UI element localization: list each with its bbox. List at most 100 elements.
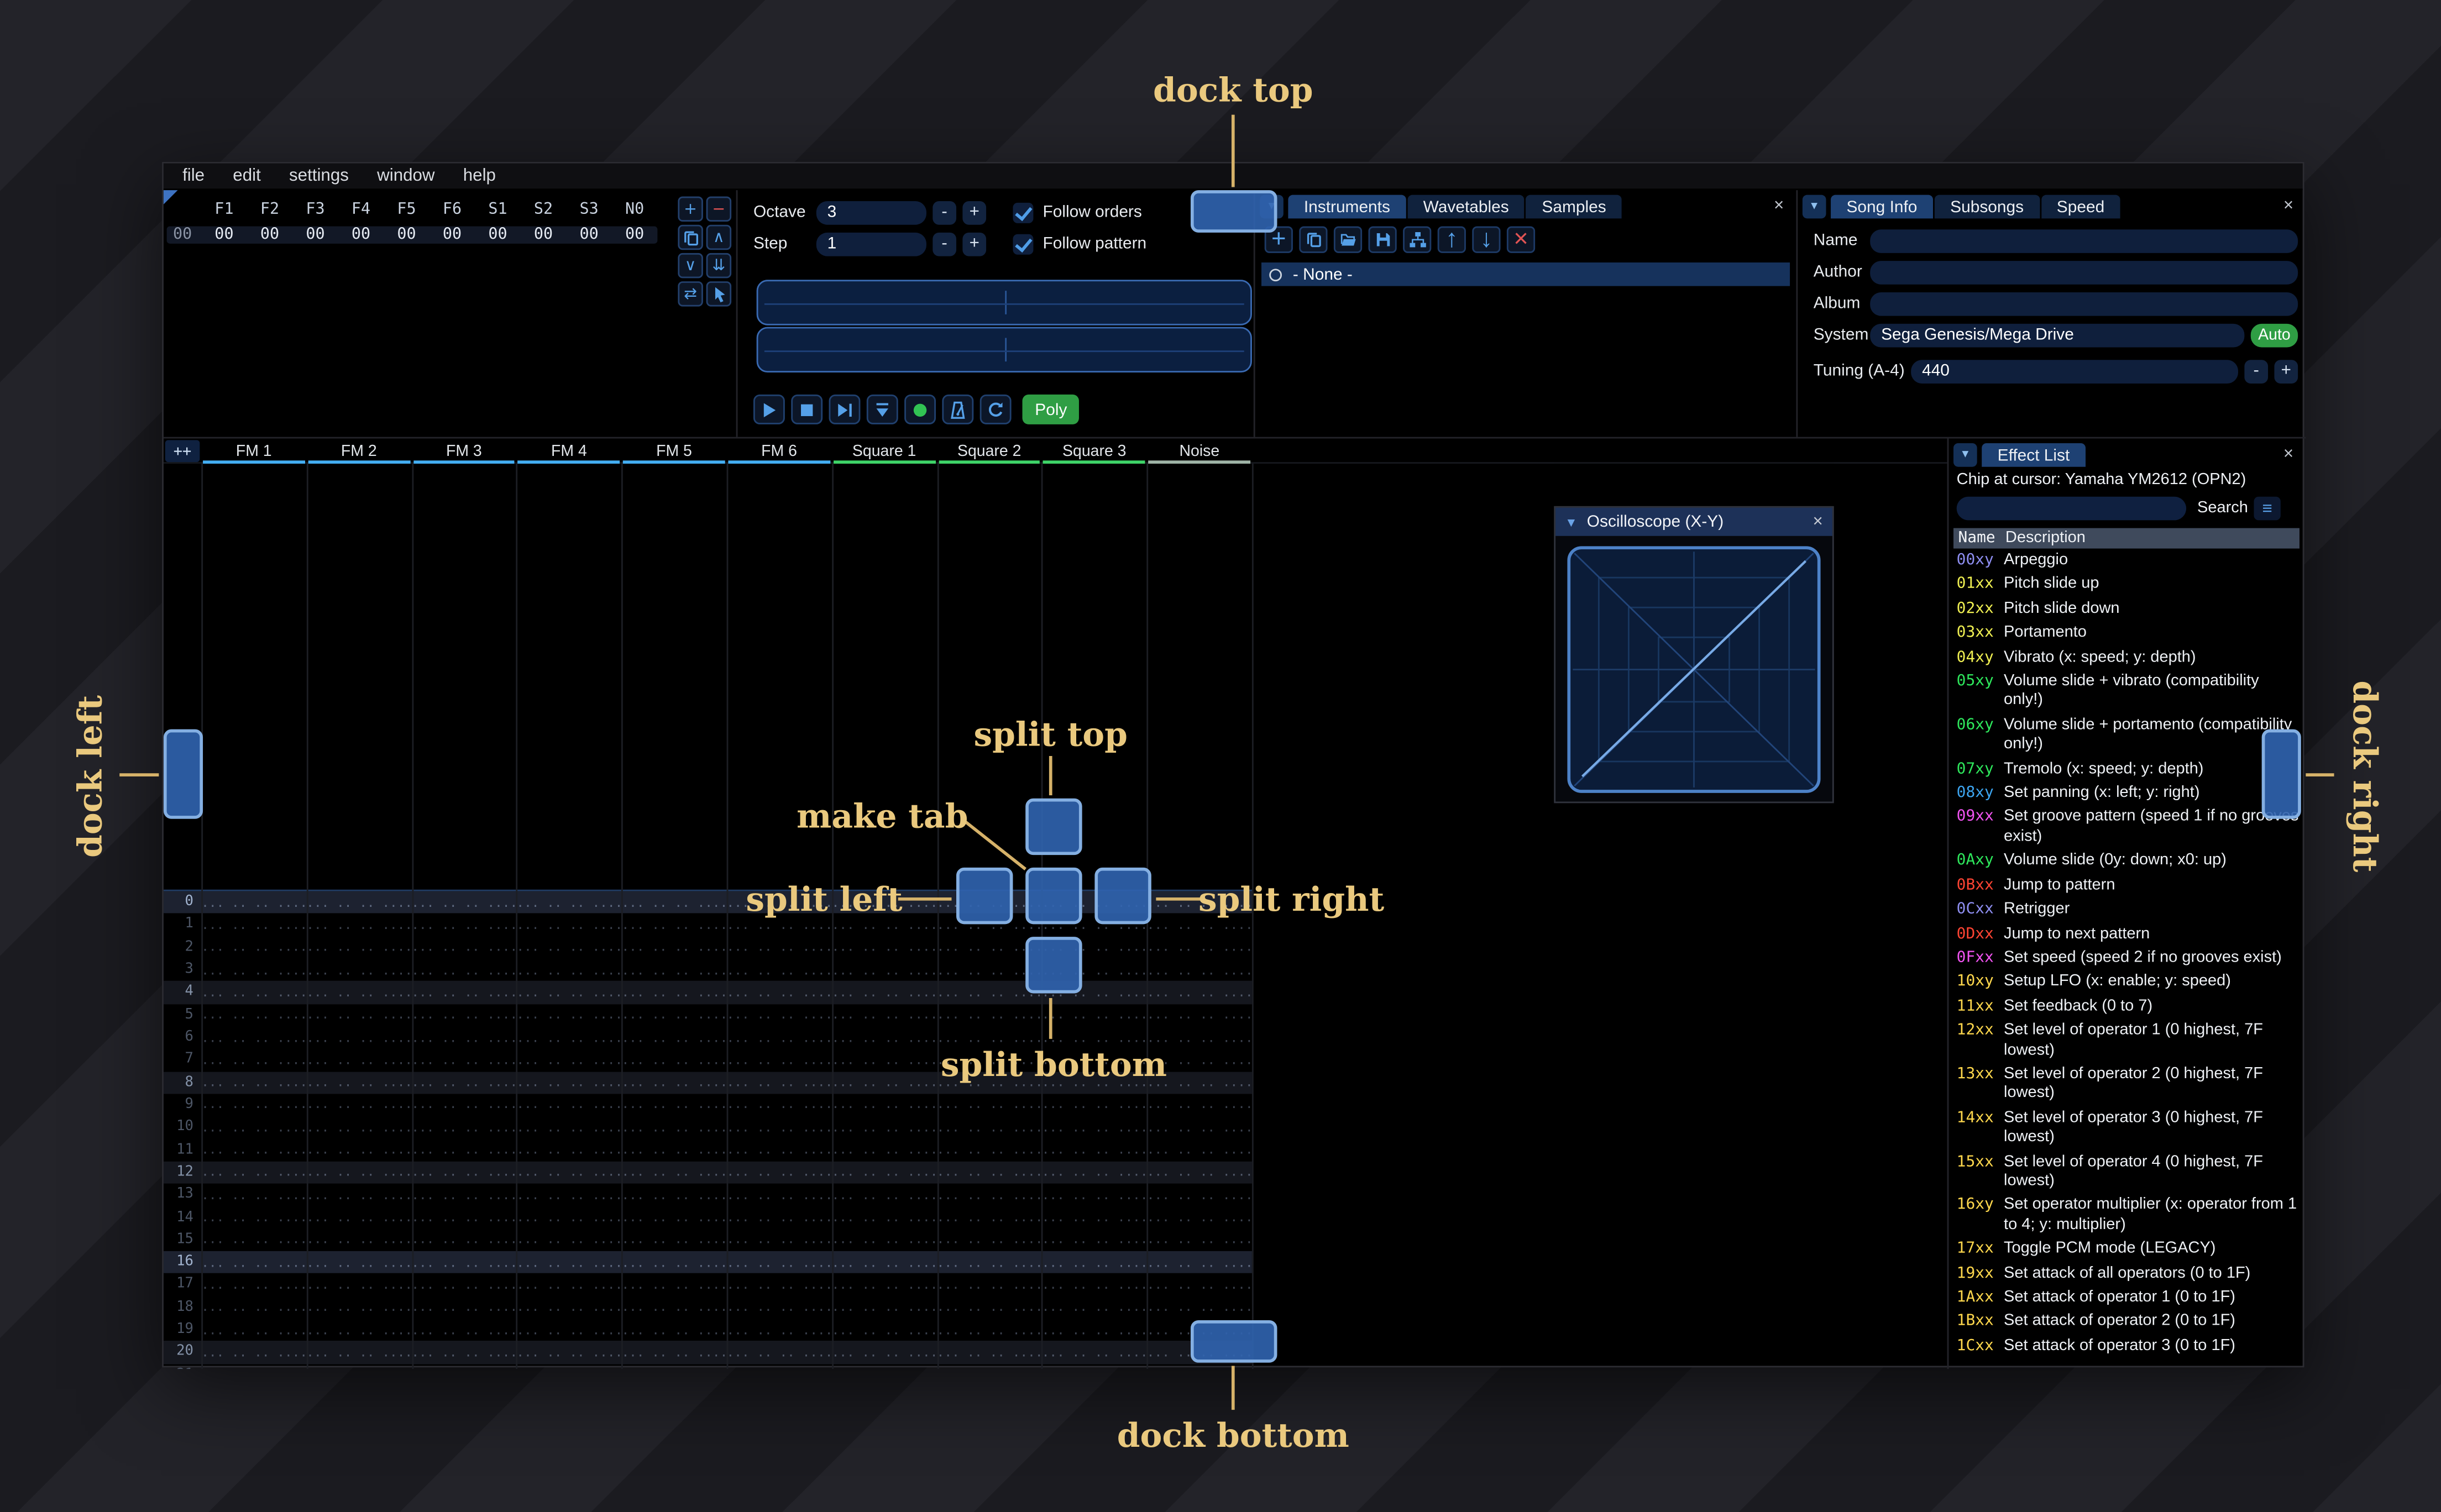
effect-row[interactable]: 05xy Volume slide + vibrato (compatibilit… — [1953, 671, 2303, 715]
pattern-cell[interactable]: ... .. .. .... — [411, 895, 516, 910]
pattern-cell[interactable]: ... .. .. .... — [201, 985, 306, 1000]
pattern-cell[interactable]: ... .. .. .... — [1147, 1278, 1252, 1292]
menu-item-settings[interactable]: settings — [275, 166, 363, 185]
pattern-cell[interactable]: ... .. .. .... — [411, 918, 516, 932]
pattern-cell[interactable]: ... .. .. .... — [1147, 1166, 1252, 1180]
pattern-cell[interactable]: ... .. .. .... — [937, 1098, 1042, 1112]
pattern-cell[interactable]: ... .. .. .... — [516, 941, 621, 955]
tab-subsongs[interactable]: Subsongs — [1934, 195, 2040, 219]
effect-row[interactable]: 11xx Set feedback (0 to 7) — [1953, 996, 2303, 1020]
pattern-cell[interactable]: ... .. .. .... — [621, 1368, 726, 1369]
pattern-cell[interactable]: ... .. .. .... — [832, 1120, 937, 1135]
pattern-cell[interactable]: ... .. .. .... — [727, 1210, 832, 1225]
pattern-cell[interactable]: ... .. .. .... — [1147, 985, 1252, 1000]
effect-row[interactable]: 12xx Set level of operator 1 (0 highest, … — [1953, 1020, 2303, 1064]
pattern-cell[interactable]: ... .. .. .... — [1147, 1300, 1252, 1315]
pattern-cell[interactable]: ... .. .. .... — [937, 1278, 1042, 1292]
order-cell[interactable]: 00 — [338, 227, 384, 244]
make-tab-target[interactable] — [1025, 867, 1082, 925]
pattern-cell[interactable]: ... .. .. .... — [621, 1233, 726, 1247]
auto-system-button[interactable]: Auto — [2250, 323, 2298, 347]
pattern-cell[interactable]: ... .. .. .... — [1147, 1143, 1252, 1157]
pattern-cell[interactable]: ... .. .. .... — [1042, 1210, 1147, 1225]
pattern-cell[interactable]: ... .. .. .... — [937, 1368, 1042, 1369]
close-icon[interactable]: × — [2276, 443, 2301, 467]
pattern-cell[interactable]: ... .. .. .... — [516, 1323, 621, 1337]
pattern-cell[interactable]: ... .. .. .... — [306, 1278, 411, 1292]
effect-row[interactable]: 0Fxx Set speed (speed 2 if no grooves exi… — [1953, 948, 2303, 972]
pattern-cell[interactable]: ... .. .. .... — [1147, 1120, 1252, 1135]
pattern-cell[interactable]: ... .. .. .... — [516, 963, 621, 977]
pattern-cell[interactable]: ... .. .. .... — [727, 1143, 832, 1157]
pattern-cell[interactable]: ... .. .. .... — [201, 1255, 306, 1269]
order-cell[interactable]: 00 — [384, 227, 429, 244]
pattern-cell[interactable]: ... .. .. .... — [201, 1233, 306, 1247]
pattern-cell[interactable]: ... .. .. .... — [306, 1210, 411, 1225]
pattern-cell[interactable]: ... .. .. .... — [727, 1345, 832, 1359]
pattern-cell[interactable]: ... .. .. .... — [727, 1098, 832, 1112]
tab-list-button[interactable]: ▼ — [1802, 195, 1826, 219]
effect-row[interactable]: 13xx Set level of operator 2 (0 highest, … — [1953, 1064, 2303, 1107]
tab-effect-list[interactable]: Effect List — [1982, 443, 2086, 467]
pattern-cell[interactable]: ... .. .. .... — [516, 1098, 621, 1112]
tab-samples[interactable]: Samples — [1526, 195, 1622, 219]
pattern-cell[interactable]: ... .. .. .... — [411, 985, 516, 1000]
split-target-top[interactable] — [1025, 798, 1082, 855]
pattern-cell[interactable]: ... .. .. .... — [937, 1008, 1042, 1022]
effect-row[interactable]: 1Bxx Set attack of operator 2 (0 to 1F) — [1953, 1311, 2303, 1336]
pattern-cell[interactable]: ... .. .. .... — [1042, 1008, 1147, 1022]
play-pattern-button[interactable] — [829, 394, 861, 424]
channel-header-fm-2[interactable]: FM 2 — [306, 438, 411, 464]
tuning-increase-button[interactable]: + — [2274, 359, 2298, 383]
pattern-cell[interactable]: ... .. .. .... — [937, 1120, 1042, 1135]
effect-row[interactable]: 14xx Set level of operator 3 (0 highest, … — [1953, 1107, 2303, 1151]
system-input[interactable]: Sega Genesis/Mega Drive — [1870, 323, 2245, 347]
pattern-cell[interactable]: ... .. .. .... — [516, 1210, 621, 1225]
change-all-orders-button[interactable]: ⇄ — [678, 281, 703, 307]
pattern-cell[interactable]: ... .. .. .... — [201, 1166, 306, 1180]
pattern-cell[interactable]: ... .. .. .... — [201, 1098, 306, 1112]
pattern-cell[interactable]: ... .. .. .... — [306, 918, 411, 932]
move-order-down-button[interactable]: ∨ — [678, 253, 703, 279]
pattern-cell[interactable]: ... .. .. .... — [832, 1098, 937, 1112]
pattern-cell[interactable]: ... .. .. .... — [306, 1143, 411, 1157]
pattern-cell[interactable]: ... .. .. .... — [727, 1323, 832, 1337]
pattern-cell[interactable]: ... .. .. .... — [1042, 1188, 1147, 1202]
menu-item-window[interactable]: window — [363, 166, 449, 185]
order-cell[interactable]: 00 — [566, 227, 612, 244]
pattern-cell[interactable]: ... .. .. .... — [411, 1323, 516, 1337]
tuning-input[interactable]: 440 — [1911, 359, 2239, 383]
pattern-cell[interactable]: ... .. .. .... — [621, 1278, 726, 1292]
pattern-cell[interactable]: ... .. .. .... — [727, 1053, 832, 1067]
pattern-cell[interactable]: ... .. .. .... — [937, 1030, 1042, 1044]
pattern-cell[interactable]: ... .. .. .... — [621, 1098, 726, 1112]
pattern-cell[interactable]: ... .. .. .... — [621, 918, 726, 932]
move-instrument-down-button[interactable]: ↓ — [1472, 225, 1501, 253]
pattern-cell[interactable]: ... .. .. .... — [516, 1008, 621, 1022]
pattern-cell[interactable]: ... .. .. .... — [201, 1300, 306, 1315]
pattern-cell[interactable]: ... .. .. .... — [411, 1188, 516, 1202]
effect-row[interactable]: 06xy Volume slide + portamento (compatibi… — [1953, 715, 2303, 759]
pattern-cell[interactable]: ... .. .. .... — [1147, 1368, 1252, 1369]
order-cell[interactable]: 00 — [429, 227, 475, 244]
move-instrument-up-button[interactable]: ↑ — [1437, 225, 1466, 253]
order-cell[interactable]: 00 — [612, 227, 658, 244]
pattern-cell[interactable]: ... .. .. .... — [306, 1075, 411, 1090]
pattern-cell[interactable]: ... .. .. .... — [1042, 1278, 1147, 1292]
order-cell[interactable]: 00 — [292, 227, 338, 244]
pattern-cell[interactable]: ... .. .. .... — [1042, 1030, 1147, 1044]
pattern-cell[interactable]: ... .. .. .... — [727, 941, 832, 955]
pattern-cell[interactable]: ... .. .. .... — [937, 1143, 1042, 1157]
pattern-cell[interactable]: ... .. .. .... — [621, 1300, 726, 1315]
pattern-cell[interactable]: ... .. .. .... — [1042, 1323, 1147, 1337]
pattern-cell[interactable]: ... .. .. .... — [832, 941, 937, 955]
dock-target-top[interactable] — [1190, 190, 1277, 233]
pattern-cell[interactable]: ... .. .. .... — [727, 1008, 832, 1022]
metronome-button[interactable] — [942, 394, 974, 424]
poly-button[interactable]: Poly — [1022, 394, 1080, 424]
edit-record-toggle-button[interactable] — [904, 394, 936, 424]
channel-header-fm-5[interactable]: FM 5 — [621, 438, 726, 464]
pattern-cell[interactable]: ... .. .. .... — [1042, 1166, 1147, 1180]
pattern-cell[interactable]: ... .. .. .... — [201, 1053, 306, 1067]
pattern-cell[interactable]: ... .. .. .... — [1147, 1210, 1252, 1225]
